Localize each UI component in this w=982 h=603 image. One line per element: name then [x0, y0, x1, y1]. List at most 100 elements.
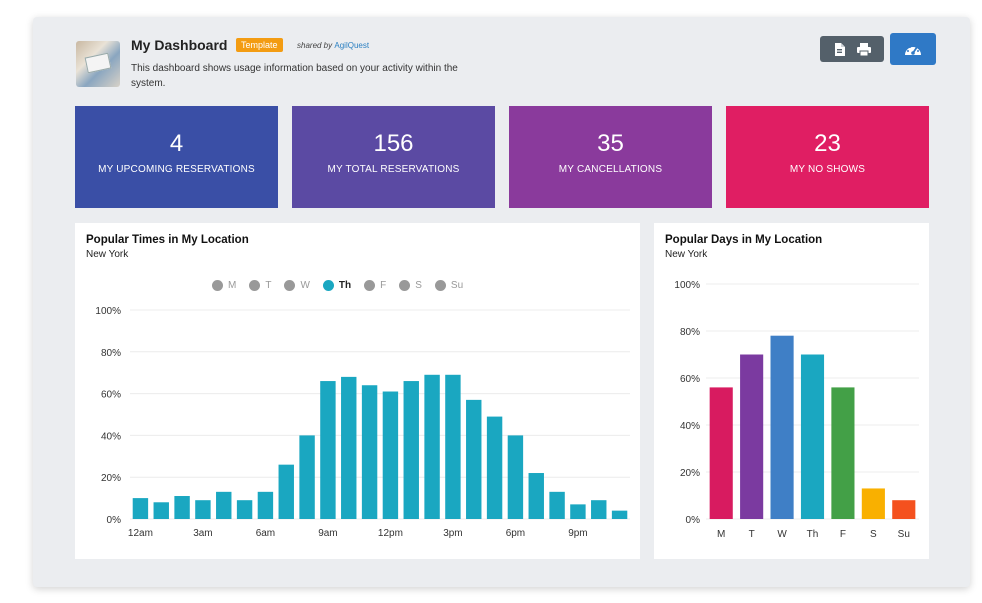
legend-dot	[284, 280, 296, 291]
shared-by-link[interactable]: AgilQuest	[334, 41, 369, 50]
tile-label: MY TOTAL RESERVATIONS	[327, 164, 460, 175]
x-tick-label: 9pm	[568, 528, 587, 539]
tile-label: MY UPCOMING RESERVATIONS	[98, 164, 255, 175]
tile-total-reservations[interactable]: 156 MY TOTAL RESERVATIONS	[292, 106, 495, 208]
legend-label: F	[380, 280, 387, 291]
legend-item-t[interactable]: T	[249, 280, 271, 291]
y-tick-label: 0%	[107, 515, 122, 526]
y-tick-label: 100%	[95, 306, 121, 317]
legend-label: Su	[450, 280, 464, 291]
x-tick-label: 6pm	[506, 528, 525, 539]
legend-label: S	[415, 280, 422, 291]
y-tick-label: 80%	[680, 327, 700, 338]
y-tick-label: 40%	[101, 431, 121, 442]
tile-upcoming-reservations[interactable]: 4 MY UPCOMING RESERVATIONS	[75, 106, 278, 208]
popular-days-chart: 0% 20% 40% 60% 80% 100% M T W Th F S Su	[674, 280, 919, 540]
tile-value: 156	[373, 130, 414, 157]
y-tick-label: 20%	[101, 473, 121, 484]
tile-label: MY NO SHOWS	[789, 164, 866, 175]
page-title: My Dashboard	[131, 37, 228, 53]
tile-value: 35	[597, 130, 624, 157]
bar-8am	[299, 435, 315, 519]
legend-dot	[212, 280, 223, 291]
legend-dot	[364, 280, 376, 291]
bar-M	[709, 387, 733, 519]
legend-label: Th	[338, 280, 352, 291]
y-tick-label: 0%	[686, 515, 701, 526]
shared-by-prefix: shared by	[297, 41, 333, 50]
bar-9pm	[570, 504, 586, 519]
x-tick-label: Th	[807, 529, 819, 540]
bar-3pm	[445, 374, 461, 519]
print-icon[interactable]	[856, 42, 871, 56]
popular-days-subtitle: New York	[665, 249, 708, 260]
bar-7am	[278, 464, 294, 519]
legend-dot	[434, 280, 446, 291]
x-tick-label: 12am	[128, 528, 153, 539]
bar-Su	[892, 500, 916, 519]
x-tick-label: S	[870, 529, 877, 540]
legend-item-w[interactable]: W	[284, 280, 310, 291]
bar-12pm	[382, 391, 399, 519]
x-tick-label: W	[777, 529, 787, 540]
file-icon[interactable]	[834, 42, 845, 56]
dashboard-button[interactable]	[890, 33, 936, 65]
bar-Th	[800, 354, 825, 519]
x-tick-label: F	[840, 529, 846, 540]
shared-by: shared by AgilQuest	[297, 41, 369, 50]
bar-W	[770, 335, 794, 519]
page-description: This dashboard shows usage information b…	[131, 63, 458, 89]
legend-label: W	[300, 280, 310, 291]
bar-4am	[216, 491, 232, 519]
legend-item-f[interactable]: F	[364, 280, 386, 291]
bar-2pm	[424, 374, 440, 519]
legend-item-th[interactable]: Th	[322, 280, 352, 291]
template-badge: Template	[236, 38, 283, 52]
bar-8pm	[549, 491, 565, 519]
bar-6am	[257, 491, 274, 519]
bar-2am	[174, 496, 190, 519]
tile-cancellations[interactable]: 35 MY CANCELLATIONS	[509, 106, 712, 208]
y-tick-label: 60%	[101, 390, 121, 401]
x-tick-label: M	[717, 529, 725, 540]
bar-9am	[320, 381, 336, 519]
bar-6pm	[507, 435, 524, 519]
bar-S	[861, 488, 885, 519]
bar-12am	[132, 498, 149, 519]
bar-1am	[153, 502, 169, 519]
bar-3am	[195, 500, 211, 519]
bar-F	[831, 387, 855, 519]
bar-1pm	[403, 381, 419, 519]
y-tick-label: 100%	[674, 280, 700, 291]
legend-item-m[interactable]: M	[212, 280, 236, 291]
y-tick-label: 60%	[680, 374, 700, 385]
bar-11pm	[611, 510, 628, 519]
legend-item-su[interactable]: Su	[434, 280, 464, 291]
y-tick-label: 20%	[680, 468, 700, 479]
legend-dot	[399, 280, 411, 291]
legend-dot	[322, 280, 334, 291]
tile-value: 23	[814, 130, 841, 157]
popular-times-chart: 0% 20% 40% 60% 80% 100% 12am 3am 6am 9am 12pm 3pm 6p…	[95, 306, 630, 539]
bar-7pm	[528, 473, 544, 519]
x-tick-label: 6am	[256, 528, 275, 539]
y-tick-label: 40%	[680, 421, 700, 432]
legend-label: T	[265, 280, 272, 291]
popular-times-title: Popular Times in My Location	[86, 234, 249, 246]
x-tick-label: Su	[898, 529, 910, 540]
bar-4pm	[466, 399, 482, 519]
tile-value: 4	[169, 130, 184, 157]
legend-item-s[interactable]: S	[399, 280, 422, 291]
legend-label: M	[228, 280, 237, 291]
y-tick-label: 80%	[101, 348, 121, 359]
x-tick-label: T	[749, 529, 755, 540]
popular-times-subtitle: New York	[86, 249, 129, 260]
bar-11am	[361, 385, 378, 519]
bar-5pm	[486, 416, 503, 519]
tile-no-shows[interactable]: 23 MY NO SHOWS	[726, 106, 929, 208]
bar-10am	[341, 376, 357, 519]
day-legend: M T W Th F S Su	[212, 280, 463, 291]
bar-5am	[236, 500, 253, 519]
popular-days-title: Popular Days in My Location	[665, 234, 823, 246]
dashboard-thumbnail	[76, 41, 120, 87]
